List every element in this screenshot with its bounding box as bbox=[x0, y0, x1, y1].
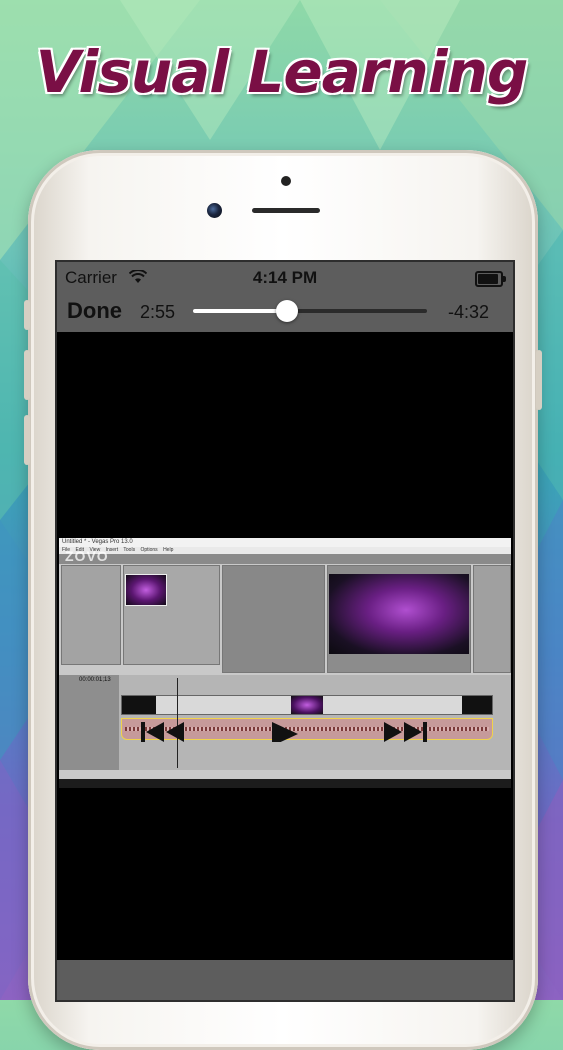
clock-label: 4:14 PM bbox=[252, 268, 318, 287]
windows-taskbar bbox=[59, 779, 511, 788]
front-camera-icon bbox=[207, 203, 222, 218]
volume-up-button bbox=[24, 350, 30, 400]
media-thumbnail bbox=[125, 574, 167, 606]
play-icon[interactable] bbox=[268, 712, 302, 742]
power-button bbox=[536, 350, 542, 410]
mute-switch bbox=[24, 300, 30, 330]
video-watermark: ZOVO bbox=[65, 548, 109, 564]
player-top-bar: Carrier 4:14 PM Done 2:55 -4:32 bbox=[57, 262, 513, 332]
proximity-sensor bbox=[281, 176, 291, 186]
preview-image bbox=[329, 574, 469, 654]
explorer-panel bbox=[61, 565, 121, 665]
done-button[interactable]: Done bbox=[67, 298, 122, 324]
scrubber-thumb[interactable] bbox=[275, 300, 298, 322]
earpiece-speaker bbox=[252, 208, 320, 213]
scrubber-track[interactable] bbox=[193, 300, 427, 322]
scrubber-played bbox=[193, 309, 287, 313]
elapsed-time: 2:55 bbox=[140, 302, 176, 322]
video-frame: Untitled * - Vegas Pro 13.0 File Edit Vi… bbox=[59, 538, 511, 788]
timeline-timecode: 00:00:01;13 bbox=[79, 677, 111, 683]
track-headers: 00:00:01;13 bbox=[59, 675, 119, 770]
player-bottom-bar bbox=[57, 960, 513, 1000]
next-track-icon[interactable] bbox=[380, 712, 430, 742]
editor-toolbar bbox=[59, 554, 511, 564]
remaining-time: -4:32 bbox=[447, 302, 489, 322]
editor-menu-bar: File Edit View Insert Tools Options Help bbox=[59, 547, 511, 554]
volume-down-button bbox=[24, 415, 30, 465]
editor-window-title: Untitled * - Vegas Pro 13.0 bbox=[59, 538, 511, 547]
phone-screen: Carrier 4:14 PM Done 2:55 -4:32 Untitled… bbox=[57, 262, 513, 1000]
promo-headline: Visual Learning bbox=[35, 38, 529, 106]
previous-track-icon[interactable] bbox=[138, 712, 188, 742]
battery-icon bbox=[475, 271, 506, 287]
master-bus-panel bbox=[473, 565, 511, 673]
trimmer-panel bbox=[222, 565, 325, 673]
video-clip bbox=[462, 696, 492, 714]
